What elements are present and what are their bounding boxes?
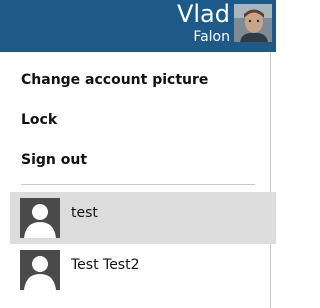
- lock-item[interactable]: Lock: [21, 108, 57, 132]
- account-item-test-test2[interactable]: Test Test2: [10, 244, 276, 296]
- menu-divider: [21, 184, 255, 185]
- user-first-name: Vlad: [176, 0, 230, 28]
- account-header: Vlad Falon: [0, 0, 276, 52]
- account-item-test[interactable]: test: [10, 192, 276, 244]
- person-silhouette-icon: [20, 250, 60, 290]
- user-avatar[interactable]: [234, 4, 272, 42]
- user-last-name: Falon: [193, 29, 230, 45]
- change-account-picture-item[interactable]: Change account picture: [21, 68, 208, 92]
- sign-out-item[interactable]: Sign out: [21, 148, 87, 172]
- account-menu: Change account picture Lock Sign out tes…: [0, 52, 276, 308]
- user-photo-icon: [234, 4, 272, 42]
- person-silhouette-icon: [20, 198, 60, 238]
- account-label: test: [71, 205, 98, 221]
- account-label: Test Test2: [71, 257, 140, 273]
